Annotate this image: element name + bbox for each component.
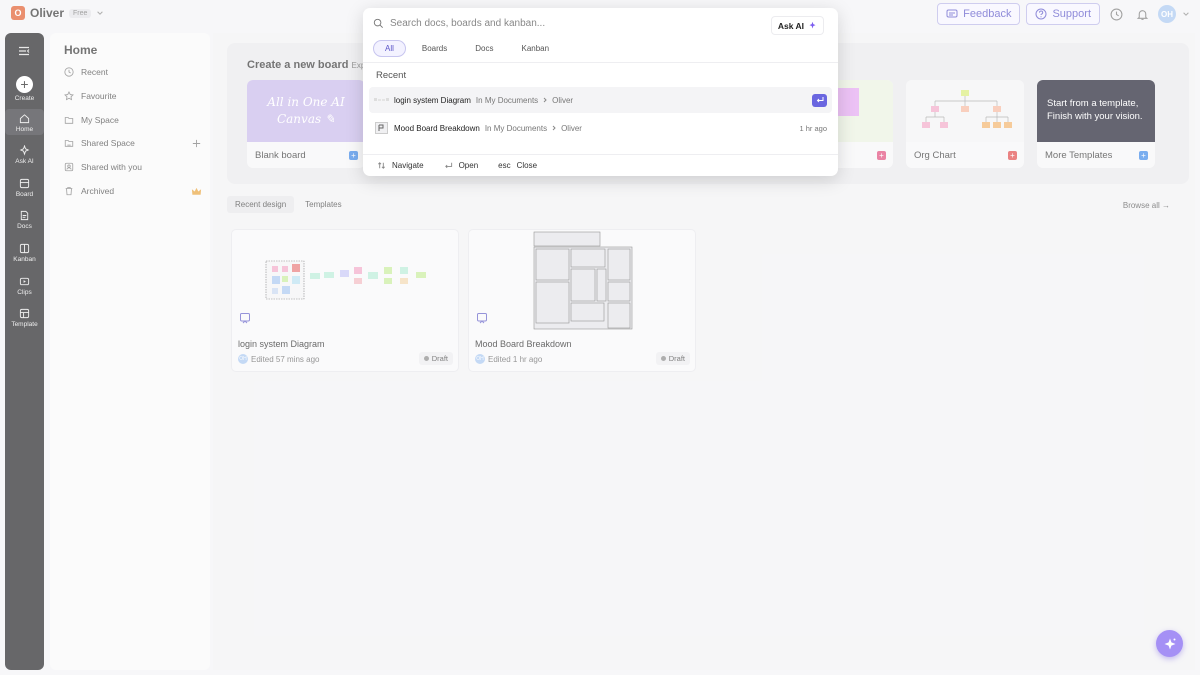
enter-key-icon bbox=[444, 161, 453, 170]
navigate-hint: Navigate bbox=[392, 160, 424, 170]
board-thumb-icon bbox=[374, 94, 389, 107]
enter-key-button[interactable] bbox=[812, 93, 827, 107]
keyboard-hints: Navigate Open esc Close bbox=[377, 156, 537, 174]
navigate-keys-icon bbox=[377, 161, 386, 170]
filter-all[interactable]: All bbox=[373, 40, 406, 57]
filter-docs[interactable]: Docs bbox=[463, 40, 505, 57]
sparkle-icon bbox=[809, 21, 816, 29]
open-hint: Open bbox=[458, 160, 479, 170]
recent-heading: Recent bbox=[376, 70, 407, 81]
search-icon bbox=[373, 18, 383, 28]
result-time: 1 hr ago bbox=[799, 123, 827, 133]
enter-icon bbox=[816, 97, 823, 103]
result-location: In My Documents Oliver bbox=[475, 95, 574, 105]
divider bbox=[363, 154, 838, 155]
chevron-right-icon bbox=[552, 125, 556, 131]
ask-ai-label: Ask AI bbox=[777, 20, 804, 31]
search-filters: All Boards Docs Kanban bbox=[373, 40, 561, 57]
esc-key: esc bbox=[498, 160, 511, 170]
filter-boards[interactable]: Boards bbox=[410, 40, 459, 57]
search-input[interactable] bbox=[390, 18, 690, 29]
search-result-row[interactable]: login system Diagram In My Documents Oli… bbox=[369, 87, 832, 113]
result-name: Mood Board Breakdown bbox=[394, 123, 480, 133]
ask-ai-button[interactable]: Ask AI bbox=[770, 16, 824, 35]
result-location: In My Documents Oliver bbox=[484, 123, 582, 133]
divider bbox=[363, 62, 838, 63]
close-hint: Close bbox=[516, 160, 538, 170]
chevron-right-icon bbox=[543, 97, 547, 103]
search-result-row[interactable]: Mood Board Breakdown In My Documents Oli… bbox=[369, 115, 832, 141]
board-icon bbox=[374, 122, 389, 135]
result-name: login system Diagram bbox=[394, 95, 471, 105]
search-modal: Ask AI All Boards Docs Kanban Recent log… bbox=[363, 8, 838, 176]
search-bar bbox=[373, 18, 690, 29]
filter-kanban[interactable]: Kanban bbox=[509, 40, 561, 57]
